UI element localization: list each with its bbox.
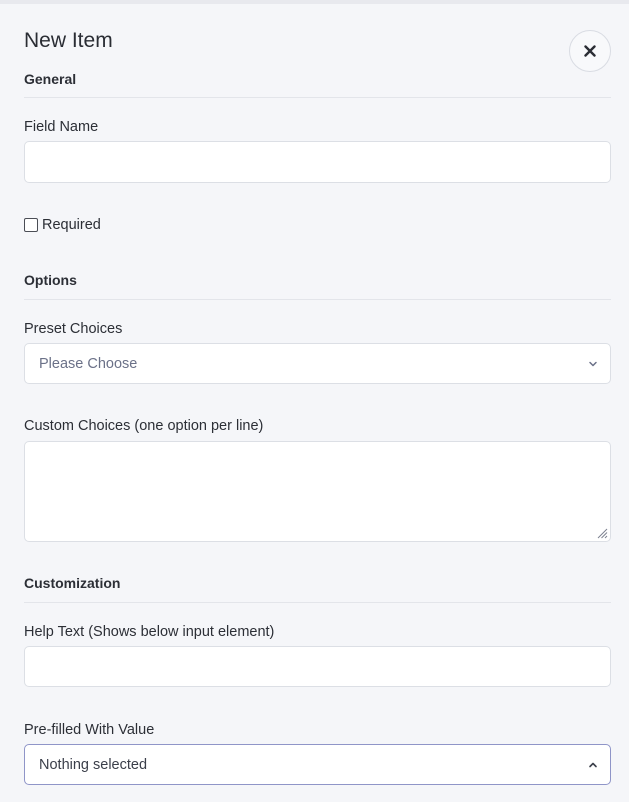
preset-choices-label: Preset Choices [24,321,123,337]
custom-choices-textarea[interactable] [24,441,611,542]
prefilled-label: Pre-filled With Value [24,722,155,738]
preset-choices-value: Please Choose [39,355,138,372]
help-text-input[interactable] [24,646,611,687]
chevron-up-icon [589,762,597,767]
required-label[interactable]: Required [42,217,101,233]
section-divider [24,97,611,98]
prefilled-value: Nothing selected [39,756,148,773]
close-icon [584,45,596,57]
section-customization: Customization [24,575,121,591]
section-options: Options [24,272,77,288]
resize-grip-icon[interactable] [596,527,608,539]
custom-choices-label: Custom Choices (one option per line) [24,418,264,434]
section-divider [24,602,611,603]
field-name-input[interactable] [24,141,611,183]
help-text-label: Help Text (Shows below input element) [24,624,275,640]
required-checkbox[interactable] [24,218,38,232]
chevron-down-icon [589,361,597,366]
section-general: General [24,71,77,87]
close-button[interactable] [569,30,611,72]
prefilled-select[interactable]: Nothing selected [24,744,611,785]
preset-choices-select[interactable]: Please Choose [24,343,611,384]
new-item-dialog: New Item General Field Name Required Opt… [0,0,629,802]
field-name-label: Field Name [24,119,99,135]
section-divider [24,299,611,300]
required-row: Required [24,217,101,233]
dialog-title: New Item [24,29,113,52]
